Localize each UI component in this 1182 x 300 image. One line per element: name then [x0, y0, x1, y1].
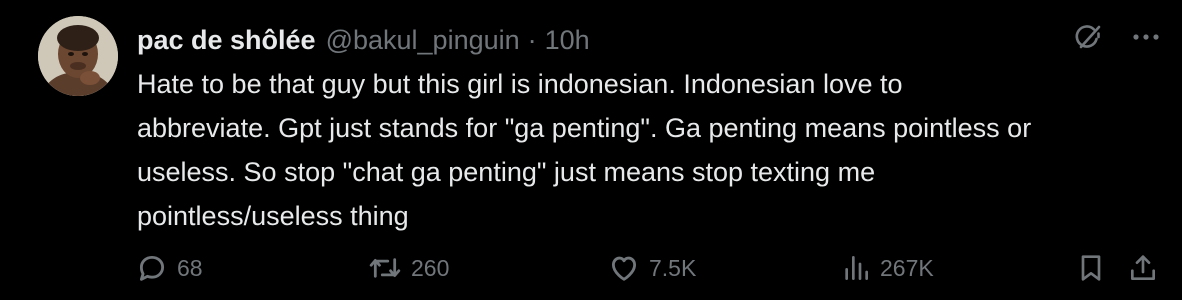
- views-button[interactable]: 267K: [840, 248, 934, 288]
- share-button[interactable]: [1127, 248, 1159, 288]
- reply-icon: [135, 251, 169, 285]
- like-count: 7.5K: [649, 254, 697, 281]
- repost-count: 260: [411, 254, 450, 281]
- views-count: 267K: [880, 254, 934, 281]
- tweet-actions: 68 260 7.5K 267K: [135, 248, 1158, 288]
- separator-dot: ·: [527, 25, 537, 55]
- like-icon: [607, 251, 641, 285]
- more-icon[interactable]: [1132, 32, 1160, 42]
- avatar-image: [38, 16, 118, 96]
- grok-icon[interactable]: [1072, 20, 1106, 54]
- author-handle[interactable]: @bakul_pinguin: [326, 20, 520, 60]
- tweet-top-actions: [1072, 20, 1160, 54]
- tweet-text: Hate to be that guy but this girl is ind…: [137, 69, 1032, 231]
- tweet-header: pac de shôlée @bakul_pinguin · 10h: [137, 20, 590, 60]
- reply-button[interactable]: 68: [135, 248, 203, 288]
- share-icon: [1127, 251, 1159, 285]
- repost-icon: [367, 251, 403, 285]
- like-button[interactable]: 7.5K: [607, 248, 696, 288]
- avatar[interactable]: [38, 16, 118, 96]
- timestamp[interactable]: 10h: [545, 20, 590, 60]
- bookmark-button[interactable]: [1075, 248, 1107, 288]
- tweet[interactable]: pac de shôlée @bakul_pinguin · 10h Hate …: [0, 0, 1182, 300]
- reply-count: 68: [177, 254, 203, 281]
- author-name[interactable]: pac de shôlée: [137, 20, 316, 60]
- repost-button[interactable]: 260: [367, 248, 449, 288]
- bookmark-icon: [1075, 251, 1107, 285]
- views-icon: [840, 252, 872, 284]
